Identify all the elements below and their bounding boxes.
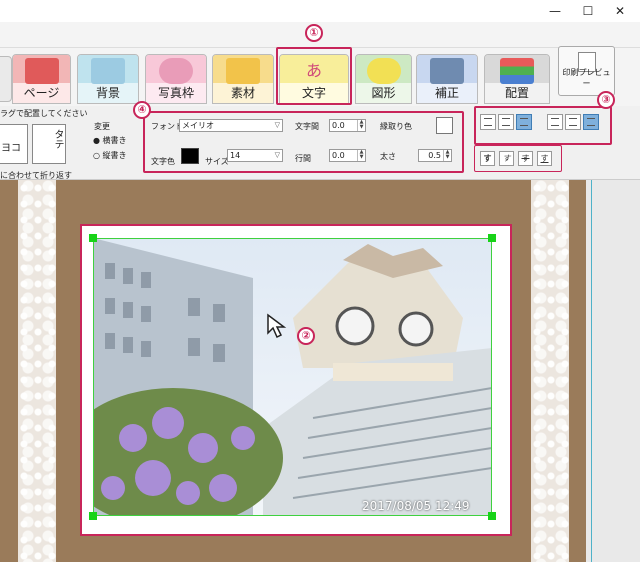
text-color-label: 文字色: [151, 157, 175, 166]
title-bar: — ☐ ✕: [0, 0, 640, 22]
photo-stack-icon: [91, 58, 125, 84]
bold-button[interactable]: す: [480, 151, 495, 166]
annotation-1: ①: [305, 24, 323, 42]
vertical-text-button[interactable]: タテ: [32, 124, 66, 164]
vertical-radio[interactable]: ○ 縦書き: [93, 150, 127, 161]
tab-materials-label: 素材: [230, 86, 255, 100]
print-preview-button[interactable]: 印刷プレビュー: [558, 46, 615, 96]
frame-icon: [159, 58, 193, 84]
highlight-text-tab: [276, 47, 352, 105]
spinner-icon[interactable]: ▲ ▼: [443, 150, 451, 161]
char-spacing-input[interactable]: 0.0 ▲ ▼: [329, 119, 366, 132]
tab-shapes-label: 図形: [371, 86, 396, 100]
align-left-icon: [484, 118, 492, 126]
chevron-down-icon: ▽: [274, 121, 280, 129]
align-center-top-button[interactable]: [498, 114, 514, 130]
strikethrough-button[interactable]: す: [518, 151, 533, 166]
spinner-icon[interactable]: ▲ ▼: [357, 150, 365, 161]
annotation-2: ②: [297, 327, 315, 345]
tab-page-label: ページ: [23, 86, 60, 100]
size-value: 14: [230, 151, 241, 160]
thickness-input[interactable]: 0.5 ▲ ▼: [418, 149, 452, 162]
vertical-scrollbar[interactable]: [586, 180, 640, 562]
tab-photo-frame[interactable]: 写真枠: [145, 54, 207, 104]
annotation-4: ④: [133, 101, 151, 119]
left-lace-border: [18, 180, 56, 562]
align-center-icon: [569, 118, 577, 126]
align-center-icon: [502, 118, 510, 126]
horizontal-text-label: ヨコ: [1, 143, 21, 154]
line-spacing-value: 0.0: [332, 151, 345, 160]
date-stamp-text[interactable]: 2017/08/05 12:49: [362, 499, 470, 513]
layout-bars-icon: [500, 58, 534, 84]
align-left-bottom-button[interactable]: [547, 114, 563, 130]
tab-layout-label: 配置: [504, 86, 529, 100]
annotation-3: ③: [597, 91, 615, 109]
book-icon: [24, 58, 59, 84]
italic-button[interactable]: す: [499, 151, 514, 166]
align-center-bottom-button[interactable]: [565, 114, 581, 130]
page-guide-line: [591, 180, 592, 562]
resize-handle-bottom-left[interactable]: [89, 512, 97, 520]
outline-color-swatch[interactable]: [436, 117, 453, 134]
horizontal-text-button[interactable]: ヨコ: [0, 124, 28, 164]
photo-selection-box[interactable]: [93, 238, 492, 516]
font-select[interactable]: メイリオ ▽: [179, 119, 283, 132]
close-button[interactable]: ✕: [600, 0, 640, 22]
chevron-down-icon: ▽: [274, 151, 280, 159]
align-right-icon: [520, 118, 528, 126]
align-left-icon: [551, 118, 559, 126]
align-left-top-button[interactable]: [480, 114, 496, 130]
underline-button[interactable]: す: [537, 151, 552, 166]
line-spacing-input[interactable]: 0.0 ▲ ▼: [329, 149, 366, 162]
horizontal-radio-label: 横書き: [102, 136, 127, 145]
size-label: サイズ: [205, 157, 229, 166]
resize-handle-bottom-right[interactable]: [488, 512, 496, 520]
text-color-swatch[interactable]: [181, 148, 199, 164]
size-select[interactable]: 14 ▽: [227, 149, 283, 162]
drag-hint: ラグで配置してください: [0, 109, 88, 118]
resize-handle-top-left[interactable]: [89, 234, 97, 242]
tab-background-label: 背景: [95, 86, 120, 100]
print-preview-label: 印刷プレビュー: [562, 68, 611, 88]
tab-materials[interactable]: 素材: [212, 54, 274, 104]
line-spacing-label: 行間: [295, 154, 311, 163]
char-spacing-label: 文字間: [295, 122, 319, 131]
align-right-bottom-button[interactable]: [583, 114, 599, 130]
tab-page[interactable]: ページ: [12, 54, 71, 104]
tab-background[interactable]: 背景: [77, 54, 139, 104]
resize-handle-top-right[interactable]: [488, 234, 496, 242]
sun-cloud-icon: [226, 58, 260, 84]
align-right-icon: [587, 118, 595, 126]
mouse-cursor-icon: [267, 313, 287, 339]
tab-correction-label: 補正: [434, 86, 459, 100]
horizontal-radio[interactable]: ● 横書き: [93, 135, 127, 146]
tab-layout[interactable]: 配置: [484, 54, 550, 104]
align-right-top-button[interactable]: [516, 114, 532, 130]
spinner-icon[interactable]: ▲ ▼: [357, 120, 365, 131]
char-spacing-value: 0.0: [332, 121, 345, 130]
thickness-value: 0.5: [428, 151, 441, 160]
font-value: メイリオ: [182, 121, 214, 130]
thickness-label: 太さ: [380, 152, 396, 161]
right-lace-border: [531, 180, 569, 562]
shapes-icon: [366, 58, 401, 84]
tab-photo-frame-label: 写真枠: [157, 86, 194, 100]
vertical-radio-label: 縦書き: [102, 151, 127, 160]
sunflower-photo-icon: [430, 58, 464, 84]
vertical-text-label: タテ: [52, 129, 63, 149]
tab-correction[interactable]: 補正: [416, 54, 478, 104]
scroll-tabs-left[interactable]: [0, 56, 12, 102]
outline-color-label: 縁取り色: [380, 122, 412, 131]
change-label: 変更: [94, 122, 110, 131]
tab-shapes[interactable]: 図形: [355, 54, 412, 104]
